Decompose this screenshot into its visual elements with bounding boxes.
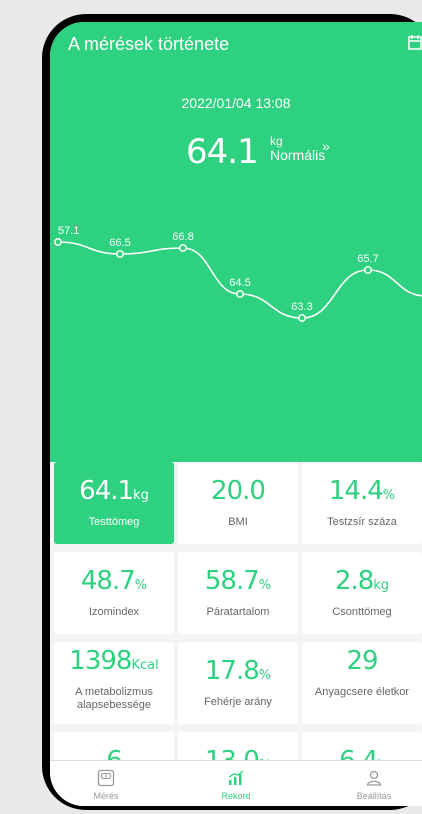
- metric-number: 20.0: [211, 476, 266, 506]
- page-title: A mérések története: [68, 34, 230, 54]
- weight-point[interactable]: [298, 314, 306, 322]
- nav-settings-label: Beállítás: [356, 791, 392, 801]
- chevron-right-icon[interactable]: »: [322, 138, 330, 154]
- current-weight-block[interactable]: 64.1 kg Normális: [186, 132, 325, 172]
- metric-value: 20.0: [178, 476, 298, 506]
- weight-point[interactable]: [179, 244, 187, 252]
- weight-history-chart[interactable]: 57.166.566.864.563.365.76: [50, 222, 422, 342]
- metric-value: 48.7%: [54, 566, 174, 596]
- weight-point[interactable]: [116, 250, 124, 258]
- metric-label: Izomindex: [88, 606, 140, 618]
- metric-unit: %: [258, 578, 272, 593]
- metric-unit: kg: [373, 578, 390, 593]
- metric-tile[interactable]: 14.4% Testzsír száza: [302, 462, 422, 544]
- metric-unit: %: [382, 488, 396, 503]
- metric-label: Csonttömeg: [332, 606, 392, 618]
- user-icon: [366, 770, 382, 786]
- metric-number: 64.1: [79, 476, 134, 506]
- metric-tile[interactable]: 48.7% Izomindex: [54, 552, 174, 634]
- bottom-navigation: Mérés Rekord Beállítás: [50, 760, 422, 806]
- metric-unit: Kcal: [131, 658, 159, 673]
- metric-value: 1398Kcal: [54, 646, 174, 676]
- scale-icon: [97, 769, 115, 787]
- metric-label: Testtömeg: [88, 516, 140, 528]
- metric-number: 58.7: [204, 566, 260, 596]
- metric-tile[interactable]: 58.7% Páratartalom: [178, 552, 298, 634]
- nav-record[interactable]: Rekord: [196, 769, 276, 801]
- metric-unit: %: [134, 578, 148, 593]
- weight-status: Normális: [270, 147, 326, 163]
- nav-measure[interactable]: Mérés: [66, 769, 146, 801]
- weight-point[interactable]: [54, 238, 62, 246]
- metric-label: Anyagcsere életkor: [314, 686, 410, 698]
- metric-number: 2.8: [334, 566, 374, 596]
- metric-label: Fehérje arány: [204, 696, 272, 708]
- current-weight-unit: kg: [270, 134, 283, 148]
- metric-tile[interactable]: 29 Anyagcsere életkor: [302, 642, 422, 724]
- chart-icon: [228, 770, 244, 785]
- app-screen: A mérések története 2022/01/04 13:08 64.…: [50, 22, 422, 806]
- measurement-datetime: 2022/01/04 13:08: [181, 95, 291, 111]
- metric-number: 29: [346, 646, 378, 676]
- weight-point-label: 66.5: [109, 237, 130, 249]
- metric-unit: %: [258, 668, 272, 683]
- weight-point[interactable]: [236, 290, 244, 298]
- metric-value: 14.4%: [302, 476, 422, 506]
- metric-tile[interactable]: 17.8% Fehérje arány: [178, 642, 298, 724]
- metric-value: 58.7%: [178, 566, 298, 596]
- weight-point-label: 65.7: [357, 253, 378, 265]
- metric-number: 1398: [69, 646, 132, 676]
- metric-label: A metabolizmus alapsebessége: [75, 686, 153, 711]
- weight-point-label: 63.3: [291, 301, 312, 313]
- current-weight-value: 64.1: [186, 132, 259, 172]
- nav-settings[interactable]: Beállítás: [334, 769, 414, 801]
- weight-point-label: 64.5: [229, 277, 250, 289]
- metric-tile[interactable]: 1398Kcal A metabolizmus alapsebessége: [54, 642, 174, 724]
- metric-value: 64.1kg: [54, 476, 174, 506]
- metric-value: 2.8kg: [302, 566, 422, 596]
- metric-value: 17.8%: [178, 656, 298, 686]
- metric-tile[interactable]: 20.0 BMI: [178, 462, 298, 544]
- metric-label: Testzsír száza: [327, 516, 397, 528]
- metric-tile[interactable]: 2.8kg Csonttömeg: [302, 552, 422, 634]
- metric-label: BMI: [228, 516, 248, 528]
- nav-measure-label: Mérés: [93, 791, 119, 801]
- weight-point-label: 57.1: [58, 225, 79, 237]
- weight-point-label: 66.8: [172, 231, 193, 243]
- metric-unit: kg: [133, 488, 149, 503]
- metric-label: Páratartalom: [206, 606, 270, 618]
- metric-number: 17.8: [204, 656, 260, 686]
- metric-number: 48.7: [80, 566, 136, 596]
- metric-number: 14.4: [328, 476, 384, 506]
- history-header-panel: A mérések története 2022/01/04 13:08 64.…: [50, 22, 422, 462]
- weight-point[interactable]: [364, 266, 372, 274]
- calendar-icon[interactable]: [408, 34, 422, 50]
- nav-record-label: Rekord: [221, 791, 251, 801]
- metric-tile[interactable]: 64.1kg Testtömeg: [54, 462, 174, 544]
- metric-value: 29: [302, 646, 422, 676]
